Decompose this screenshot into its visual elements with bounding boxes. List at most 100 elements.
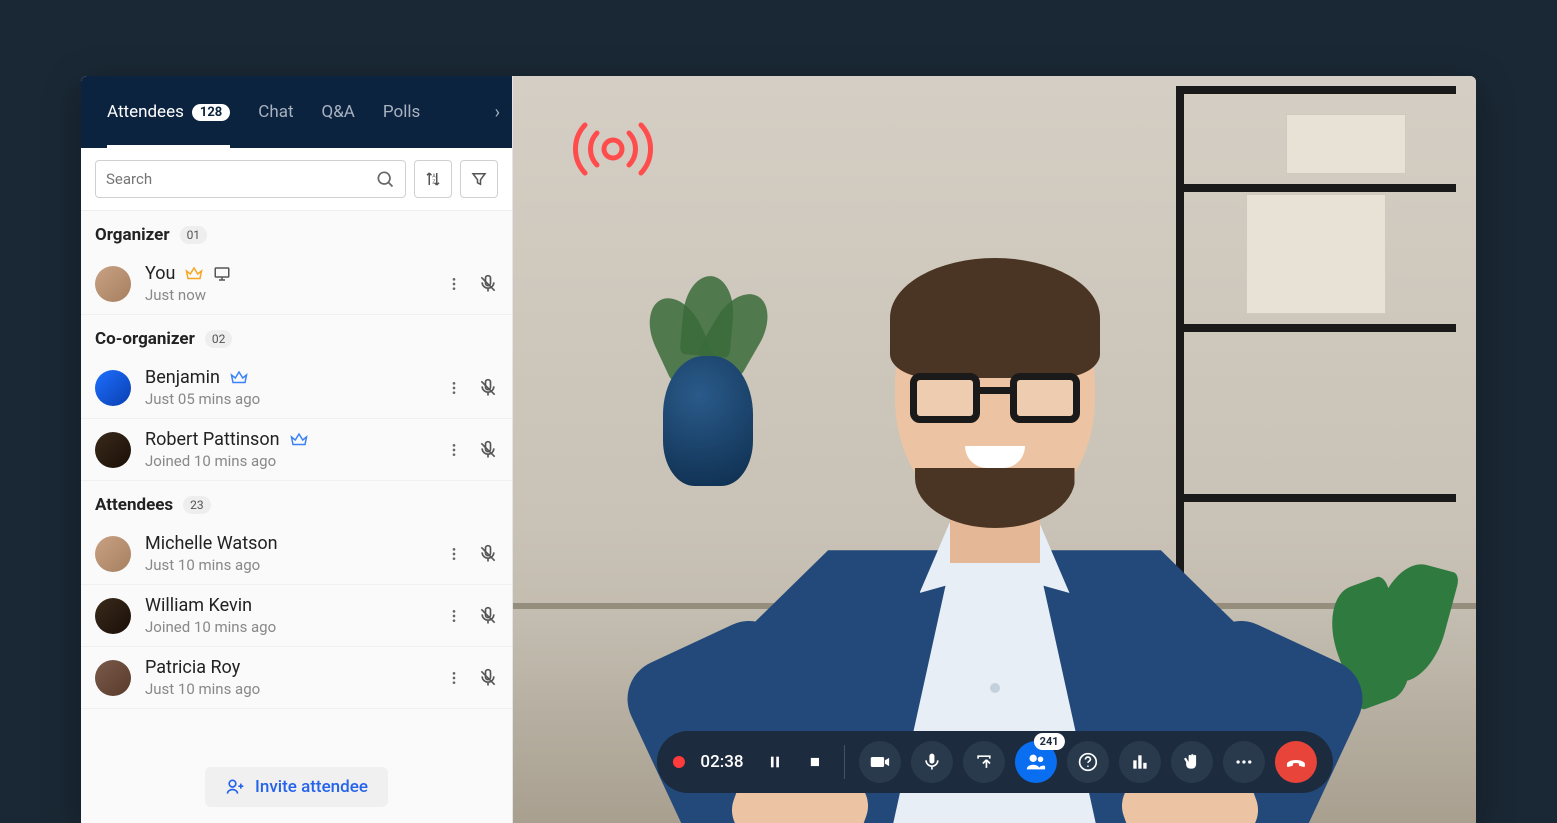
sidebar: ✕ Attendees 128 Chat Q&A Polls › AZ bbox=[81, 76, 513, 823]
attendee-sub: Just 10 mins ago bbox=[145, 680, 432, 698]
attendee-sub: Joined 10 mins ago bbox=[145, 618, 432, 636]
attendee-row[interactable]: Robert Pattinson Joined 10 mins ago bbox=[81, 419, 512, 481]
mic-off-icon[interactable] bbox=[478, 606, 498, 626]
tab-chat[interactable]: Chat bbox=[244, 76, 307, 148]
mic-button[interactable] bbox=[911, 741, 953, 783]
phone-icon bbox=[1284, 750, 1308, 774]
screen-share-icon bbox=[213, 265, 231, 283]
participants-count-badge: 241 bbox=[1034, 733, 1065, 750]
stop-button[interactable] bbox=[800, 741, 830, 783]
control-bar: 02:38 241 bbox=[656, 731, 1332, 793]
chevron-right-icon[interactable]: › bbox=[495, 102, 500, 123]
attendees-count-badge: 128 bbox=[192, 104, 230, 121]
attendee-row[interactable]: Patricia Roy Just 10 mins ago bbox=[81, 647, 512, 709]
more-icon[interactable] bbox=[446, 442, 462, 458]
attendee-row-you[interactable]: You Just now bbox=[81, 253, 512, 315]
attendee-row[interactable]: William Kevin Joined 10 mins ago bbox=[81, 585, 512, 647]
mic-off-icon[interactable] bbox=[478, 274, 498, 294]
search-input[interactable] bbox=[106, 170, 375, 188]
filter-icon bbox=[470, 170, 488, 188]
ellipsis-icon bbox=[1234, 752, 1254, 772]
mic-icon bbox=[922, 752, 942, 772]
tab-label: Attendees bbox=[107, 102, 184, 122]
search-field bbox=[95, 160, 406, 198]
attendee-sub: Just now bbox=[145, 286, 432, 304]
tab-polls[interactable]: Polls bbox=[369, 76, 434, 148]
broadcast-icon bbox=[563, 118, 663, 180]
section-title: Co-organizer bbox=[95, 329, 195, 349]
crown-icon bbox=[290, 431, 308, 449]
crown-icon bbox=[185, 265, 203, 283]
add-user-icon bbox=[225, 777, 245, 797]
avatar bbox=[95, 598, 131, 634]
attendee-name: You bbox=[145, 263, 175, 284]
participants-icon bbox=[1025, 751, 1047, 773]
search-icon bbox=[375, 169, 395, 189]
section-attendees: Attendees 23 bbox=[81, 481, 512, 523]
filter-button[interactable] bbox=[460, 160, 498, 198]
section-count: 02 bbox=[205, 330, 233, 348]
section-coorganizer: Co-organizer 02 bbox=[81, 315, 512, 357]
pause-button[interactable] bbox=[760, 741, 790, 783]
avatar bbox=[95, 432, 131, 468]
stop-icon bbox=[808, 755, 822, 769]
polls-button[interactable] bbox=[1119, 741, 1161, 783]
section-organizer: Organizer 01 bbox=[81, 211, 512, 253]
attendee-row[interactable]: Michelle Watson Just 10 mins ago bbox=[81, 523, 512, 585]
section-title: Organizer bbox=[95, 225, 170, 245]
attendee-row[interactable]: Benjamin Just 05 mins ago bbox=[81, 357, 512, 419]
participants-button[interactable]: 241 bbox=[1015, 741, 1057, 783]
sort-button[interactable]: AZ bbox=[414, 160, 452, 198]
video-stage: 02:38 241 bbox=[513, 76, 1476, 823]
mic-off-icon[interactable] bbox=[478, 668, 498, 688]
more-button[interactable] bbox=[1223, 741, 1265, 783]
reactions-button[interactable] bbox=[1171, 741, 1213, 783]
timer: 02:38 bbox=[700, 752, 743, 772]
app-window: ✕ Attendees 128 Chat Q&A Polls › AZ bbox=[81, 76, 1476, 823]
more-icon[interactable] bbox=[446, 276, 462, 292]
more-icon[interactable] bbox=[446, 380, 462, 396]
attendee-name: Michelle Watson bbox=[145, 533, 432, 554]
tab-attendees[interactable]: Attendees 128 bbox=[93, 76, 244, 148]
attendee-list: Organizer 01 You Just now bbox=[81, 211, 512, 751]
search-toolbar: AZ bbox=[81, 148, 512, 211]
attendee-sub: Just 05 mins ago bbox=[145, 390, 432, 408]
avatar bbox=[95, 536, 131, 572]
invite-label: Invite attendee bbox=[255, 777, 368, 797]
invite-attendee-button[interactable]: Invite attendee bbox=[205, 767, 388, 807]
avatar bbox=[95, 370, 131, 406]
crown-icon bbox=[230, 369, 248, 387]
share-icon bbox=[974, 752, 994, 772]
hand-icon bbox=[1182, 752, 1202, 772]
section-count: 01 bbox=[180, 226, 208, 244]
pause-icon bbox=[767, 754, 783, 770]
svg-text:Z: Z bbox=[432, 180, 435, 186]
share-button[interactable] bbox=[963, 741, 1005, 783]
video-button[interactable] bbox=[859, 741, 901, 783]
qa-button[interactable] bbox=[1067, 741, 1109, 783]
svg-text:A: A bbox=[432, 174, 436, 180]
invite-bar: Invite attendee bbox=[81, 751, 512, 823]
section-title: Attendees bbox=[95, 495, 173, 515]
mic-off-icon[interactable] bbox=[478, 378, 498, 398]
poll-icon bbox=[1130, 752, 1150, 772]
attendee-name: Robert Pattinson bbox=[145, 429, 280, 450]
tabs-bar: Attendees 128 Chat Q&A Polls › bbox=[81, 76, 512, 148]
attendee-name: Benjamin bbox=[145, 367, 220, 388]
divider bbox=[844, 745, 845, 779]
more-icon[interactable] bbox=[446, 670, 462, 686]
question-icon bbox=[1078, 752, 1098, 772]
more-icon[interactable] bbox=[446, 546, 462, 562]
section-count: 23 bbox=[183, 496, 211, 514]
attendee-name: William Kevin bbox=[145, 595, 432, 616]
mic-off-icon[interactable] bbox=[478, 440, 498, 460]
attendee-sub: Joined 10 mins ago bbox=[145, 452, 432, 470]
attendee-sub: Just 10 mins ago bbox=[145, 556, 432, 574]
record-indicator-icon bbox=[672, 756, 684, 768]
tab-qa[interactable]: Q&A bbox=[308, 76, 369, 148]
end-call-button[interactable] bbox=[1275, 741, 1317, 783]
avatar bbox=[95, 266, 131, 302]
more-icon[interactable] bbox=[446, 608, 462, 624]
mic-off-icon[interactable] bbox=[478, 544, 498, 564]
video-icon bbox=[870, 752, 890, 772]
